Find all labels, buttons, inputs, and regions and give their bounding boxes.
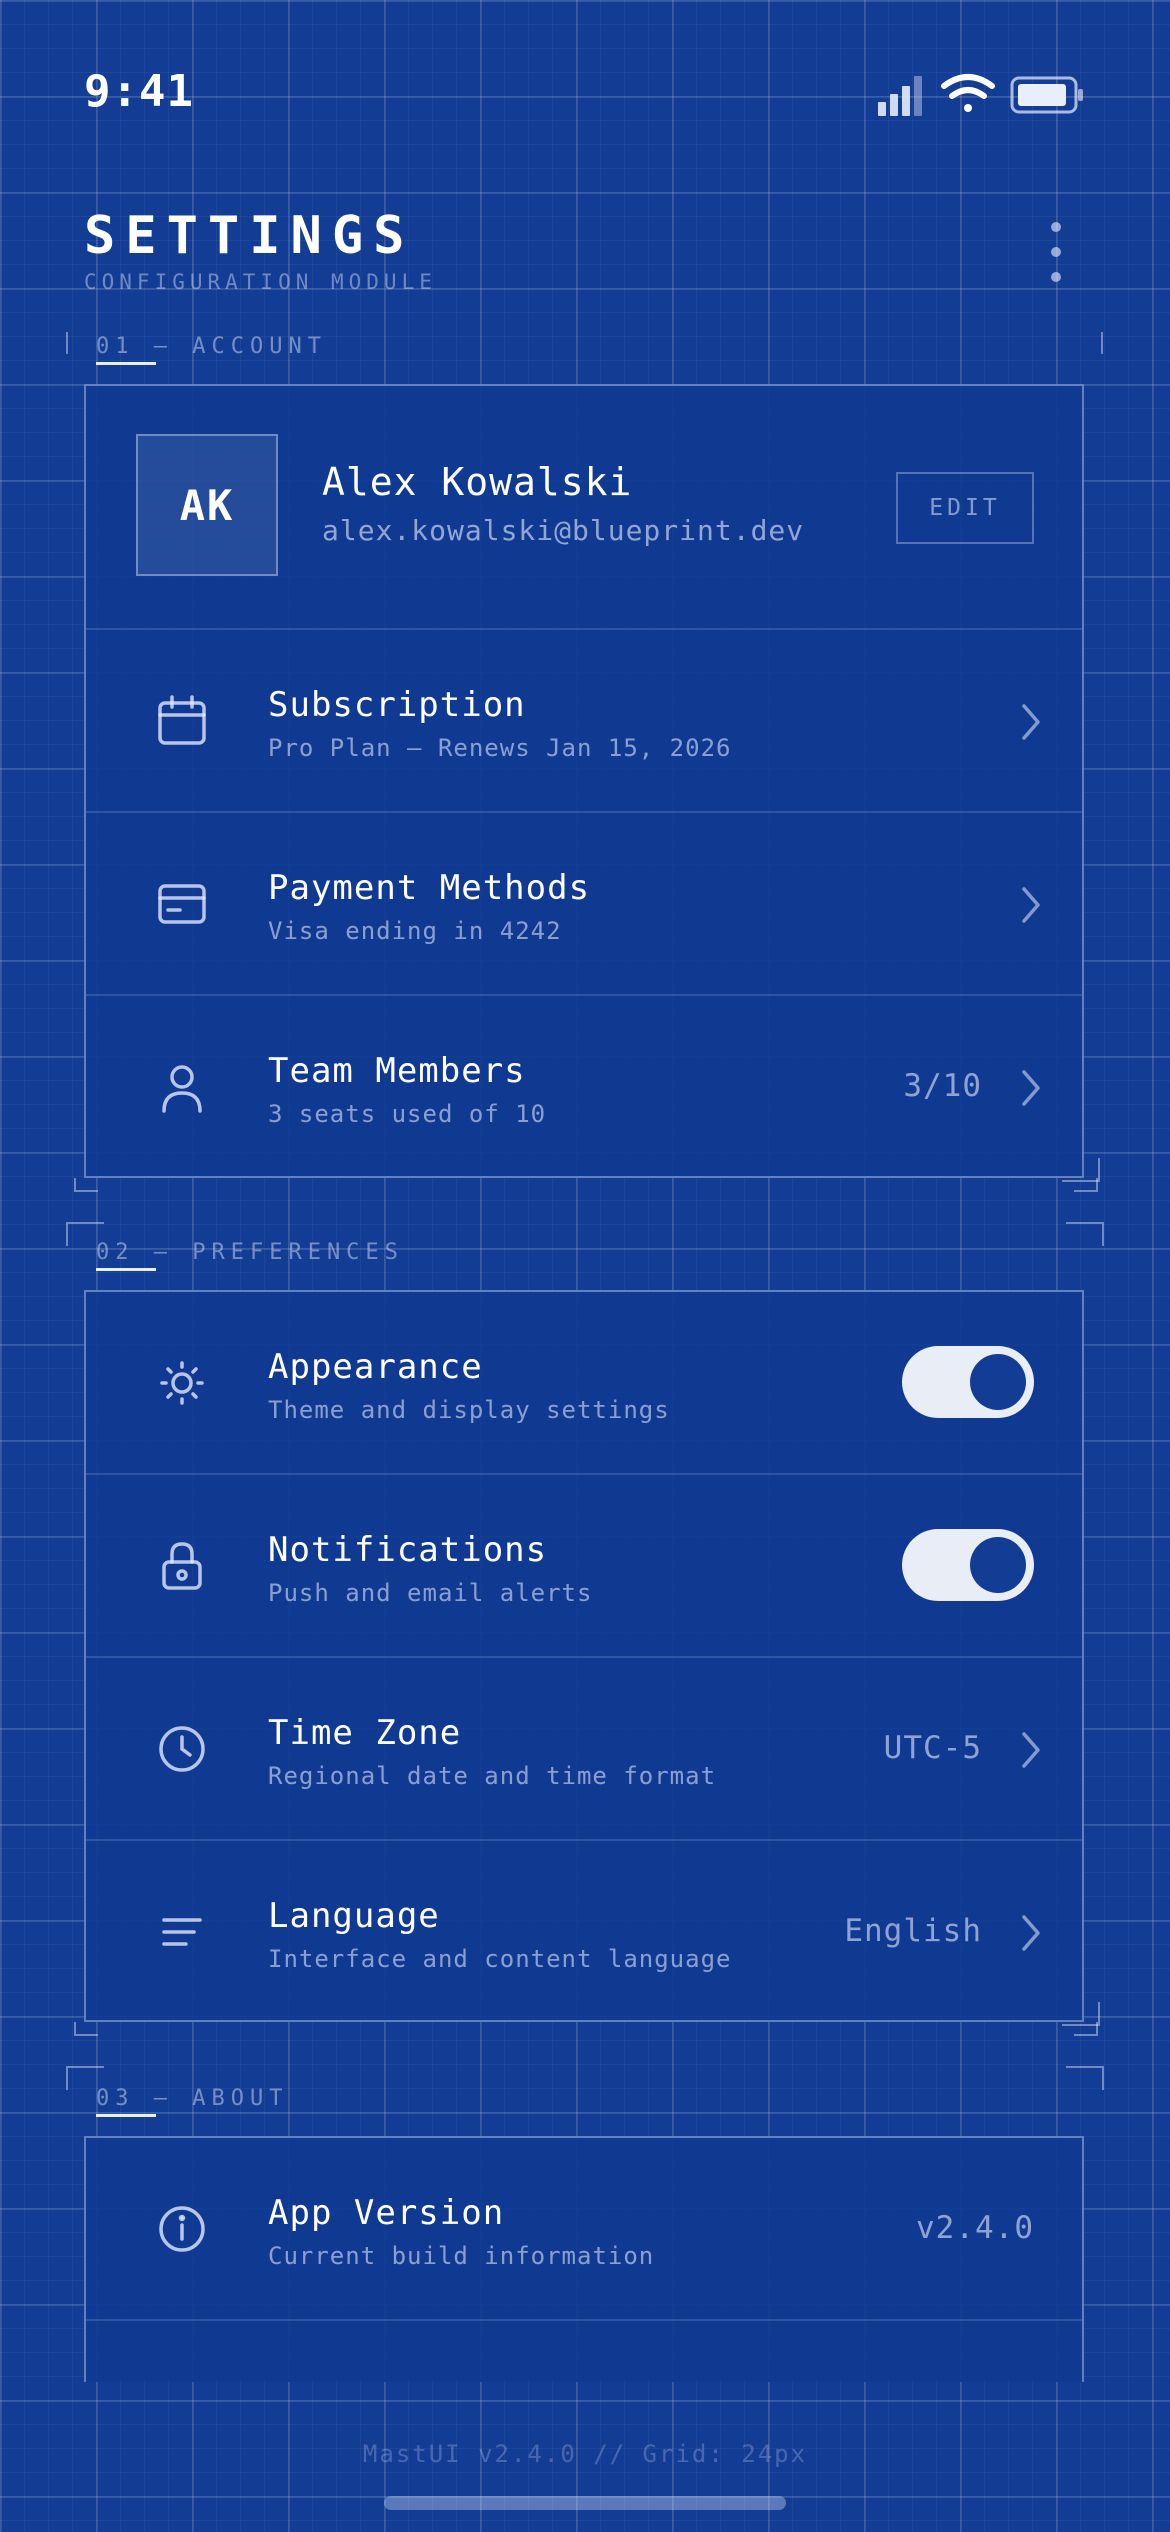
preferences-card: Appearance Theme and display settings No… (84, 1290, 1084, 2022)
page-title: SETTINGS (84, 206, 415, 266)
row-subtitle: Theme and display settings (268, 1396, 670, 1424)
page-subtitle: CONFIGURATION MODULE (84, 270, 437, 294)
lines-icon (162, 1918, 202, 1946)
settings-row-time-zone[interactable]: Time Zone Regional date and time format … (86, 1658, 1082, 1841)
row-title: Payment Methods (268, 868, 591, 908)
section-header-about: 03 — ABOUT (96, 2086, 289, 2111)
bracket-mark (1074, 2022, 1098, 2036)
bracket-mark (74, 1178, 98, 1192)
settings-row-team-members[interactable]: Team Members 3 seats used of 10 3/10 (86, 996, 1082, 1179)
settings-row-app-version[interactable]: App Version Current build information v2… (86, 2138, 1082, 2321)
row-title: App Version (268, 2193, 505, 2233)
notifications-toggle[interactable] (902, 1529, 1034, 1601)
bracket-mark (1066, 2066, 1104, 2090)
row-subtitle: Push and email alerts (268, 1579, 593, 1607)
calendar-icon (158, 695, 206, 745)
profile-email: alex.kowalski@blueprint.dev (322, 514, 805, 547)
row-value: UTC-5 (883, 1730, 982, 1766)
row-title: Time Zone (268, 1713, 462, 1753)
settings-row-appearance[interactable]: Appearance Theme and display settings (86, 1292, 1082, 1475)
section-header-account: 01 — ACCOUNT (96, 334, 327, 359)
cellular-signal-icon (878, 76, 922, 116)
lock-icon (162, 1542, 202, 1590)
chevron-right-icon (1022, 1070, 1040, 1106)
about-card: App Version Current build information v2… (84, 2136, 1084, 2382)
appearance-toggle[interactable] (902, 1346, 1034, 1418)
toggle-knob (970, 1354, 1026, 1410)
avatar: AK (136, 434, 278, 576)
chevron-right-icon (1022, 704, 1040, 740)
status-time: 9:41 (84, 66, 194, 117)
bracket-mark (74, 2022, 98, 2036)
row-title: Language (268, 1896, 440, 1936)
row-value: v2.4.0 (916, 2210, 1034, 2246)
home-indicator[interactable] (384, 2496, 786, 2510)
row-subtitle: Regional date and time format (268, 1762, 717, 1790)
row-subtitle: Visa ending in 4242 (268, 917, 562, 945)
settings-row-notifications[interactable]: Notifications Push and email alerts (86, 1475, 1082, 1658)
clock-icon (159, 1726, 205, 1772)
bracket-mark (1074, 1178, 1098, 1192)
settings-row-subscription[interactable]: Subscription Pro Plan — Renews Jan 15, 2… (86, 630, 1082, 813)
account-card: AK Alex Kowalski alex.kowalski@blueprint… (84, 384, 1084, 1178)
settings-row-payment-methods[interactable]: Payment Methods Visa ending in 4242 (86, 813, 1082, 996)
footer-text: MastUI v2.4.0 // Grid: 24px (362, 2440, 808, 2468)
settings-row-language[interactable]: Language Interface and content language … (86, 1841, 1082, 2024)
row-value: English (844, 1913, 982, 1949)
more-dot (1051, 222, 1061, 232)
section-header-preferences: 02 — PREFERENCES (96, 1240, 404, 1265)
bracket-mark (66, 332, 68, 354)
info-icon (159, 2206, 205, 2252)
row-subtitle: Interface and content language (268, 1945, 732, 1973)
more-dot (1051, 272, 1061, 282)
row-title: Appearance (268, 1347, 483, 1387)
credit-card-icon (158, 884, 206, 924)
section-underline (96, 2114, 156, 2117)
toggle-knob (970, 1537, 1026, 1593)
bracket-mark (1066, 1222, 1104, 1246)
row-value: 3/10 (903, 1068, 982, 1104)
row-title: Subscription (268, 685, 526, 725)
more-options-button[interactable] (1035, 222, 1077, 282)
bracket-mark (1101, 332, 1103, 354)
row-title: Notifications (268, 1530, 548, 1570)
status-icons (878, 74, 1083, 116)
profile-row[interactable]: AK Alex Kowalski alex.kowalski@blueprint… (86, 386, 1082, 630)
row-subtitle: Current build information (268, 2242, 655, 2270)
section-underline (96, 362, 156, 365)
chevron-right-icon (1022, 1732, 1040, 1768)
section-underline (96, 1268, 156, 1271)
row-subtitle: Pro Plan — Renews Jan 15, 2026 (268, 734, 732, 762)
chevron-right-icon (1022, 1915, 1040, 1951)
row-title: Team Members (268, 1051, 526, 1091)
sun-icon (160, 1361, 204, 1405)
edit-profile-button[interactable]: EDIT (896, 472, 1034, 544)
profile-name: Alex Kowalski (322, 460, 633, 504)
row-subtitle: 3 seats used of 10 (268, 1100, 547, 1128)
user-icon (162, 1065, 202, 1113)
battery-icon (1010, 76, 1083, 114)
wifi-icon (941, 74, 995, 112)
more-dot (1051, 247, 1061, 257)
chevron-right-icon (1022, 887, 1040, 923)
